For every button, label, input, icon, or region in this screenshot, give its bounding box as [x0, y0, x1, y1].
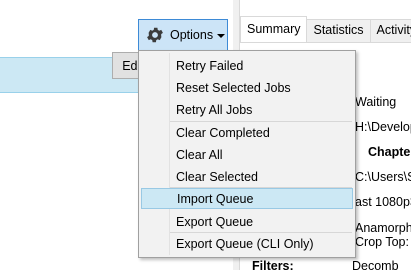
crop-value: Crop Top: 0 — [355, 235, 411, 249]
menu-item-clear-selected[interactable]: Clear Selected — [141, 166, 353, 187]
options-button[interactable]: Options — [138, 19, 228, 51]
options-label: Options — [170, 28, 214, 42]
status-value: Waiting — [355, 95, 397, 109]
filters-value: Decomb — [352, 259, 399, 270]
options-menu: Retry Failed Reset Selected Jobs Retry A… — [138, 50, 356, 258]
menu-item-export-queue[interactable]: Export Queue — [141, 211, 353, 232]
tab-activity[interactable]: Activity — [369, 19, 411, 42]
menu-item-import-queue[interactable]: Import Queue — [141, 188, 353, 209]
chapters-label: Chapter — [368, 145, 411, 159]
chevron-down-icon — [217, 34, 226, 38]
gear-icon — [147, 27, 163, 43]
tab-strip: Summary Statistics Activity — [240, 16, 411, 42]
filters-label: Filters: — [252, 259, 294, 270]
menu-item-reset-selected-jobs[interactable]: Reset Selected Jobs — [141, 77, 353, 98]
destination-path-value: C:\Users\Sc — [355, 170, 411, 184]
menu-item-export-queue-cli[interactable]: Export Queue (CLI Only) — [141, 233, 353, 254]
tab-statistics[interactable]: Statistics — [306, 19, 371, 42]
menu-item-retry-failed[interactable]: Retry Failed — [141, 55, 353, 76]
menu-item-clear-completed[interactable]: Clear Completed — [141, 122, 353, 143]
tab-summary[interactable]: Summary — [240, 16, 308, 42]
preset-value: ast 1080p3 — [355, 195, 411, 209]
menu-item-clear-all[interactable]: Clear All — [141, 144, 353, 165]
menu-item-retry-all-jobs[interactable]: Retry All Jobs — [141, 99, 353, 120]
anamorphic-value: Anamorphi — [355, 221, 411, 235]
source-path-value: H:\Develop — [355, 120, 411, 134]
